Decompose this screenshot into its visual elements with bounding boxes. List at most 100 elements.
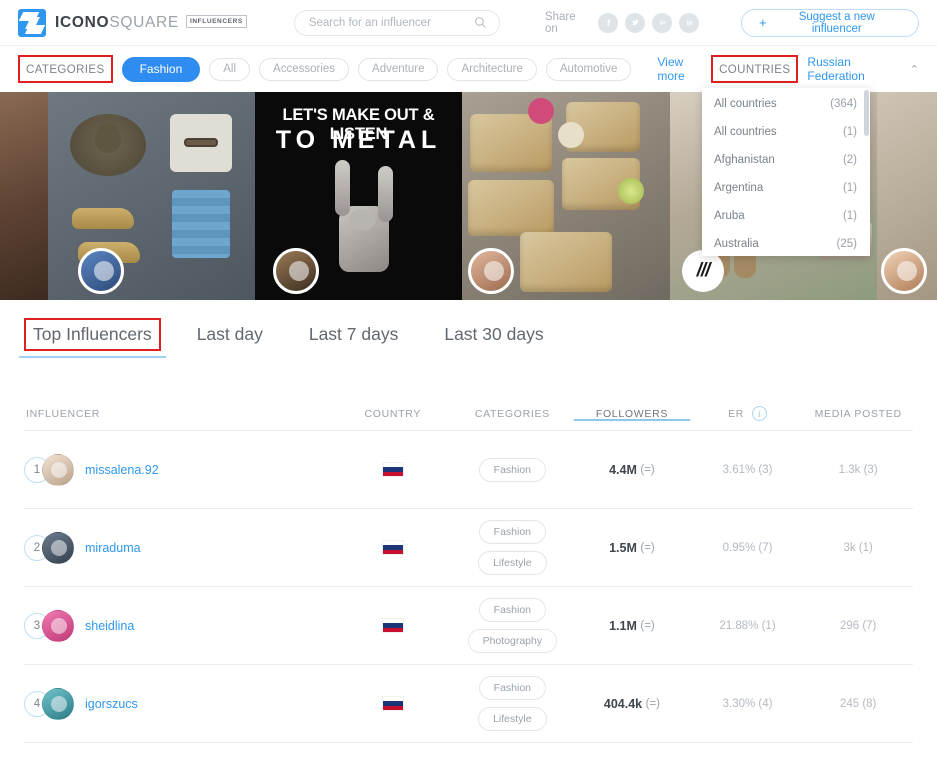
column-header-media-posted[interactable]: MEDIA POSTED xyxy=(803,408,913,420)
column-header-influencer[interactable]: INFLUENCER xyxy=(24,408,333,420)
cell-categories: Fashion Lifestyle xyxy=(453,520,573,575)
search-input[interactable] xyxy=(306,15,474,30)
logo[interactable]: ICONO SQUARE INFLUENCERS xyxy=(18,8,247,37)
dropdown-item-all-countries-2[interactable]: All countries (1) xyxy=(702,118,870,146)
search-box[interactable] xyxy=(293,9,500,36)
category-tag[interactable]: Fashion xyxy=(478,676,547,700)
dropdown-item-afghanistan[interactable]: Afghanistan (2) xyxy=(702,146,870,174)
linkedin-icon[interactable] xyxy=(679,12,699,33)
followers-trend: (=) xyxy=(640,619,655,632)
followers-trend: (=) xyxy=(640,463,655,476)
tab-label: Last 7 days xyxy=(308,324,399,344)
column-header-er[interactable]: ER i xyxy=(692,406,804,421)
cell-er: 3.30% (4) xyxy=(722,697,773,710)
cell-er: 21.88% (1) xyxy=(719,619,776,632)
banner-avatar[interactable] xyxy=(468,248,514,294)
followers-trend: (=) xyxy=(640,541,655,554)
category-pill-all[interactable]: All xyxy=(209,57,251,81)
category-tag[interactable]: Fashion xyxy=(478,520,547,544)
cell-er: 3.61% (3) xyxy=(722,463,773,476)
country-dropdown-menu[interactable]: All countries (364) All countries (1) Af… xyxy=(702,88,870,256)
influencer-username-link[interactable]: igorszucs xyxy=(85,697,138,711)
google-plus-icon[interactable] xyxy=(652,12,673,33)
dropdown-scrollbar[interactable] xyxy=(864,90,869,136)
flag-icon-russian-federation xyxy=(382,619,403,632)
category-pill-label: All xyxy=(223,63,237,75)
dropdown-item-count: (2) xyxy=(842,154,857,166)
dropdown-item-label: Aruba xyxy=(714,210,745,222)
column-header-followers[interactable]: FOLLOWERS xyxy=(572,408,692,421)
category-tag[interactable]: Lifestyle xyxy=(478,551,547,575)
cell-influencer: 3 sheidlina xyxy=(24,609,333,642)
suggest-new-influencer-button[interactable]: + Suggest a new influencer xyxy=(740,8,919,37)
avatar[interactable] xyxy=(42,609,74,642)
influencer-username-link[interactable]: miraduma xyxy=(85,541,141,555)
facebook-icon[interactable] xyxy=(598,12,619,33)
flag-icon-russian-federation xyxy=(382,541,403,554)
banner-avatar[interactable] xyxy=(273,248,319,294)
followers-value: 4.4M xyxy=(609,462,637,477)
category-pill-label: Automotive xyxy=(559,63,618,75)
column-header-categories[interactable]: CATEGORIES xyxy=(453,408,573,420)
flag-icon-russian-federation xyxy=(382,463,403,476)
avatar[interactable] xyxy=(42,453,74,486)
category-tag[interactable]: Photography xyxy=(467,629,558,653)
country-selected-value[interactable]: Russian Federation xyxy=(807,55,900,83)
category-tag[interactable]: Lifestyle xyxy=(478,707,547,731)
cell-influencer: 4 igorszucs xyxy=(24,687,333,720)
cell-country xyxy=(333,619,453,632)
dropdown-item-label: All countries xyxy=(714,98,777,110)
followers-value: 1.1M xyxy=(609,618,637,633)
column-header-er-label: ER xyxy=(728,407,745,420)
category-tag[interactable]: Fashion xyxy=(478,457,547,482)
cell-categories: Fashion Photography xyxy=(453,598,573,653)
search-icon xyxy=(475,17,486,28)
dropdown-item-all-countries[interactable]: All countries (364) xyxy=(702,90,870,118)
table-row[interactable]: 4 igorszucs Fashion Lifestyle 404.4k (=)… xyxy=(24,665,913,743)
dropdown-item-count: (1) xyxy=(842,126,857,138)
banner-avatar[interactable] xyxy=(881,248,927,294)
table-row[interactable]: 1 missalena.92 Fashion 4.4M (=) 3.61% (3… xyxy=(24,431,913,509)
category-pill-architecture[interactable]: Architecture xyxy=(447,57,537,81)
decorative-shape xyxy=(172,190,230,258)
category-pill-fashion[interactable]: Fashion xyxy=(121,56,201,82)
tab-top-influencers[interactable]: Top Influencers xyxy=(19,318,166,358)
tab-last-day[interactable]: Last day xyxy=(195,318,265,351)
view-more-link[interactable]: View more xyxy=(657,55,711,83)
avatar[interactable] xyxy=(42,531,74,564)
cell-followers: 1.5M (=) xyxy=(572,541,692,555)
banner-tile xyxy=(48,92,255,300)
category-pill-automotive[interactable]: Automotive xyxy=(545,57,632,81)
cell-media-posted: 1.3k (3) xyxy=(838,463,878,476)
dropdown-item-argentina[interactable]: Argentina (1) xyxy=(702,174,870,202)
tab-last-7-days[interactable]: Last 7 days xyxy=(307,318,401,351)
influencer-username-link[interactable]: sheidlina xyxy=(85,619,134,633)
banner-avatar[interactable] xyxy=(78,248,124,294)
dropdown-item-australia[interactable]: Australia (25) xyxy=(702,230,870,256)
period-tabs: Top Influencers Last day Last 7 days Las… xyxy=(0,300,937,358)
banner-tile xyxy=(462,92,670,300)
decorative-shape xyxy=(70,114,146,176)
table-header-row: INFLUENCER COUNTRY CATEGORIES FOLLOWERS … xyxy=(24,397,913,431)
dropdown-item-count: (1) xyxy=(842,210,857,222)
dropdown-item-aruba[interactable]: Aruba (1) xyxy=(702,202,870,230)
category-pill-adventure[interactable]: Adventure xyxy=(358,57,439,81)
categories-label: CATEGORIES xyxy=(26,64,105,76)
table-row[interactable]: 2 miraduma Fashion Lifestyle 1.5M (=) 0.… xyxy=(24,509,913,587)
twitter-icon[interactable] xyxy=(625,12,646,33)
cell-followers: 404.4k (=) xyxy=(572,697,692,711)
tab-label: Top Influencers xyxy=(33,324,152,344)
avatar[interactable] xyxy=(42,687,74,720)
category-tag[interactable]: Fashion xyxy=(478,598,547,622)
logo-text-secondary: SQUARE xyxy=(109,13,179,31)
tab-last-30-days[interactable]: Last 30 days xyxy=(442,318,545,351)
table-row[interactable]: 3 sheidlina Fashion Photography 1.1M (=)… xyxy=(24,587,913,665)
logo-badge-influencers: INFLUENCERS xyxy=(185,15,247,28)
influencer-username-link[interactable]: missalena.92 xyxy=(85,463,159,477)
info-icon[interactable]: i xyxy=(752,406,768,421)
category-pill-accessories[interactable]: Accessories xyxy=(259,57,350,81)
countries-label-highlight: COUNTRIES xyxy=(711,55,799,83)
column-header-country[interactable]: COUNTRY xyxy=(333,408,453,420)
countries-filter: COUNTRIES Russian Federation ⌃ xyxy=(711,55,919,83)
chevron-up-icon[interactable]: ⌃ xyxy=(910,63,919,76)
